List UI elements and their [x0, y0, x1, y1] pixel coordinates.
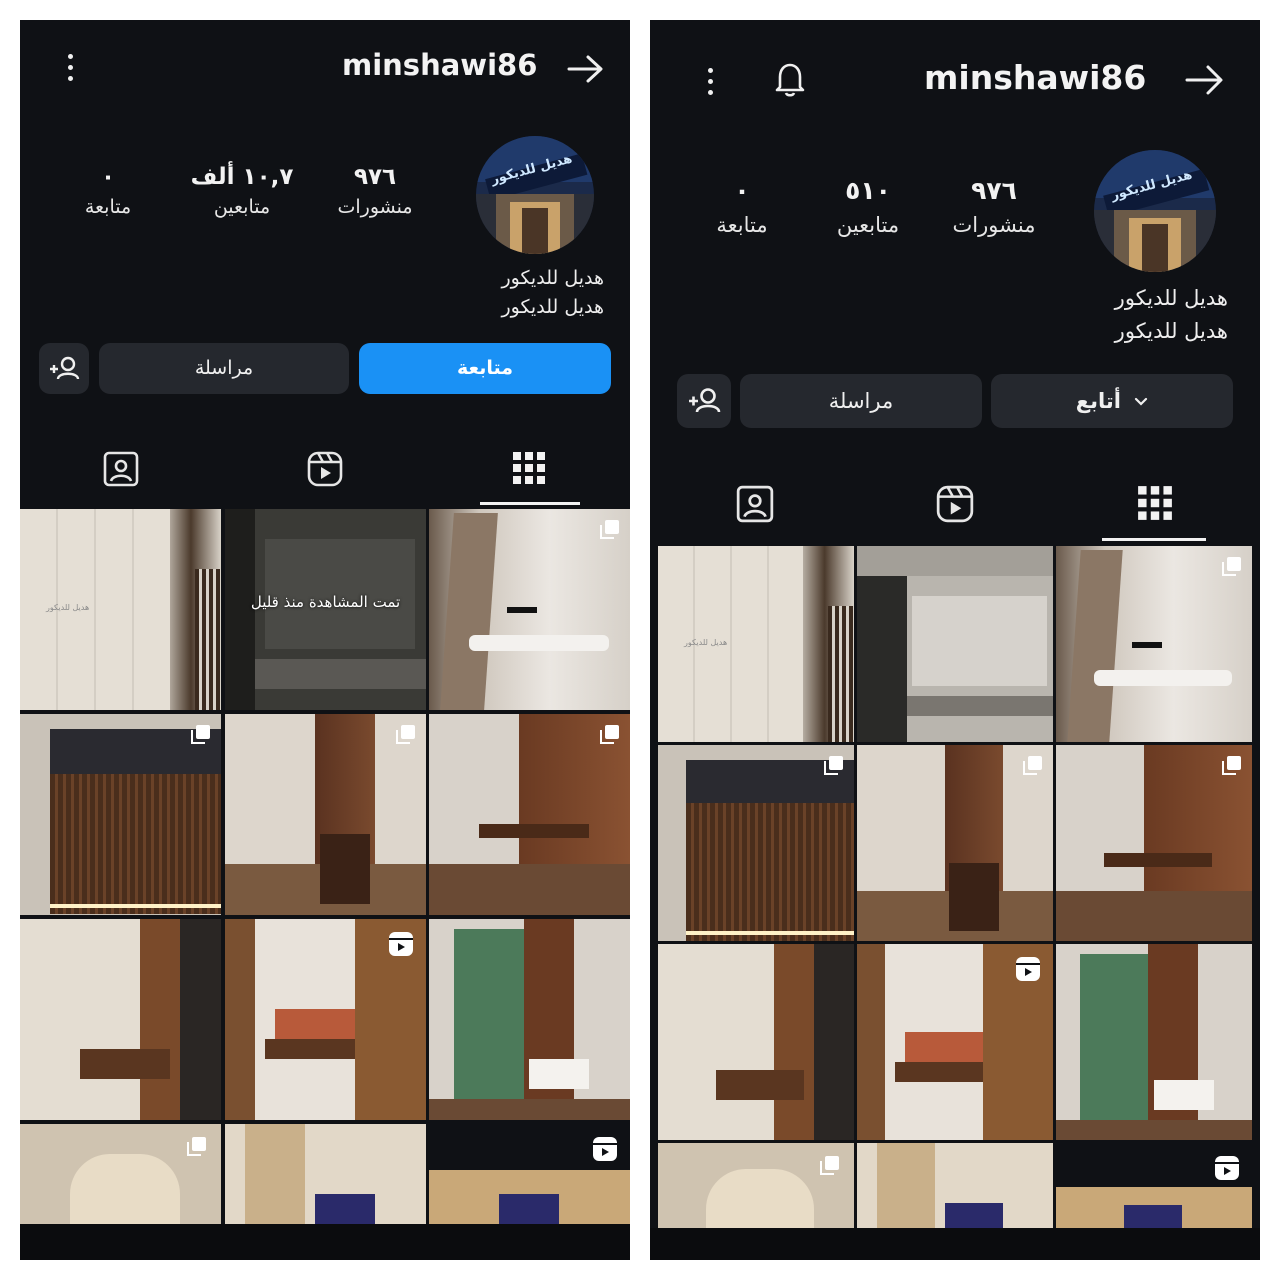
post-thumbnail[interactable] [857, 546, 1053, 742]
active-tab-indicator [480, 502, 580, 505]
bio-name: هديل للديكور [1114, 286, 1228, 310]
posts-count[interactable]: ٩٧٦ منشورات [315, 164, 435, 218]
following-button[interactable]: أتابع [991, 374, 1233, 428]
post-thumbnail[interactable] [857, 1143, 1053, 1228]
arrow-right-icon[interactable] [566, 54, 606, 84]
following-label: أتابع [1075, 389, 1121, 413]
suggested-people-button[interactable] [677, 374, 731, 428]
username: minshawi86 [924, 58, 1147, 97]
profile-bio: هديل للديكور هديل للديكور [501, 264, 604, 323]
reel-badge-icon [1016, 957, 1040, 981]
post-thumbnail[interactable] [20, 1124, 221, 1225]
post-thumbnail[interactable] [429, 1124, 630, 1225]
post-thumbnail[interactable] [225, 1124, 426, 1225]
post-thumbnail[interactable]: هديل للديكور [658, 546, 854, 742]
multi-post-icon [191, 725, 210, 744]
followers-count[interactable]: ١٠,٧ ألف متابعين [182, 164, 302, 218]
post-thumbnail[interactable]: تمت المشاهدة منذ قليل [225, 509, 426, 710]
username: minshawi86 [342, 48, 538, 82]
multi-post-icon [396, 725, 415, 744]
profile-avatar[interactable]: هديل للديكور [476, 136, 594, 254]
post-thumbnail[interactable] [658, 745, 854, 941]
recently-viewed-label: تمت المشاهدة منذ قليل [250, 593, 401, 611]
post-thumbnail[interactable] [658, 1143, 854, 1228]
grid-icon[interactable] [511, 450, 547, 486]
add-person-icon [689, 388, 721, 413]
post-thumbnail[interactable] [857, 745, 1053, 941]
posts-grid: هديل للديكور تمت المشاهدة منذ قليل [20, 509, 630, 1225]
suggested-people-button[interactable] [39, 343, 89, 394]
tagged-icon[interactable] [735, 484, 775, 524]
followers-count[interactable]: ٥١٠ متابعين [808, 176, 928, 237]
multi-post-icon [1222, 557, 1241, 576]
post-thumbnail[interactable] [20, 714, 221, 915]
active-tab-indicator [1102, 538, 1206, 541]
watermark-text: هديل للديكور [684, 638, 728, 647]
post-thumbnail[interactable] [429, 509, 630, 710]
reels-icon[interactable] [935, 484, 975, 524]
profile-bio: هديل للديكور هديل للديكور [1115, 282, 1228, 347]
grid-icon[interactable] [1136, 484, 1174, 522]
reel-badge-icon [389, 932, 413, 956]
multi-post-icon [820, 1156, 839, 1175]
post-thumbnail[interactable] [658, 944, 854, 1140]
tagged-icon[interactable] [102, 450, 140, 488]
multi-post-icon [600, 520, 619, 539]
profile-avatar[interactable]: هديل للديكور [1094, 150, 1216, 272]
bio-text: هديل للديكور [1114, 318, 1228, 343]
system-nav-bar [20, 1224, 630, 1260]
post-thumbnail[interactable] [1056, 745, 1252, 941]
multi-post-icon [187, 1137, 206, 1156]
post-thumbnail[interactable] [429, 714, 630, 915]
right-profile-screenshot: minshawi86 هديل للديكور ٩٧٦ منشورات ٥١٠ … [650, 20, 1260, 1260]
posts-grid: هديل للديكور [658, 546, 1252, 1228]
message-button[interactable]: مراسلة [99, 343, 349, 394]
multi-post-icon [600, 725, 619, 744]
more-options-icon[interactable] [708, 68, 714, 98]
post-thumbnail[interactable] [225, 919, 426, 1120]
reel-badge-icon [1215, 1156, 1239, 1180]
bio-text: هديل للديكور [501, 296, 604, 319]
arrow-right-icon[interactable] [1184, 64, 1226, 96]
post-thumbnail[interactable] [429, 919, 630, 1120]
post-thumbnail[interactable]: هديل للديكور [20, 509, 221, 710]
posts-count[interactable]: ٩٧٦ منشورات [934, 176, 1054, 237]
multi-post-icon [1023, 756, 1042, 775]
more-options-icon[interactable] [68, 54, 74, 84]
follow-button[interactable]: متابعة [359, 343, 611, 394]
reel-badge-icon [593, 1137, 617, 1161]
following-count[interactable]: ٠ متابعة [48, 164, 168, 218]
message-button[interactable]: مراسلة [740, 374, 982, 428]
post-thumbnail[interactable] [20, 919, 221, 1120]
multi-post-icon [1222, 756, 1241, 775]
post-thumbnail[interactable] [857, 944, 1053, 1140]
following-count[interactable]: ٠ متابعة [682, 176, 802, 237]
bio-name: هديل للديكور [501, 267, 604, 289]
chevron-down-icon [1135, 397, 1148, 406]
post-thumbnail[interactable] [1056, 1143, 1252, 1228]
post-thumbnail[interactable] [1056, 546, 1252, 742]
watermark-text: هديل للديكور [46, 603, 90, 612]
system-nav-bar [650, 1228, 1260, 1260]
add-person-icon [50, 356, 80, 380]
left-profile-screenshot: minshawi86 هديل للديكور ٩٧٦ منشورات ١٠,٧… [20, 20, 630, 1260]
multi-post-icon [824, 756, 843, 775]
post-thumbnail[interactable] [225, 714, 426, 915]
post-thumbnail[interactable] [1056, 944, 1252, 1140]
bell-icon[interactable] [772, 60, 808, 98]
reels-icon[interactable] [306, 450, 344, 488]
